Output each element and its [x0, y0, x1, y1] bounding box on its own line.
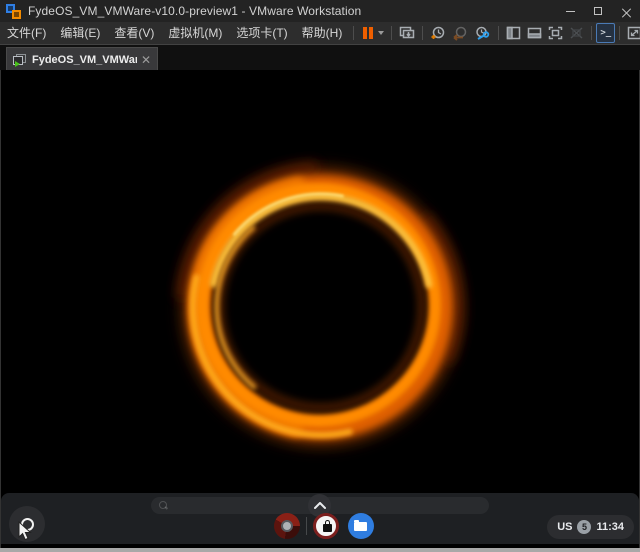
toolbar-separator — [591, 26, 592, 40]
library-toggle-button[interactable] — [503, 23, 524, 43]
chevron-down-icon — [378, 31, 384, 35]
tab-strip: FydeOS_VM_VMWare-v10.0... ✕ — [0, 44, 640, 70]
toolbar-separator — [422, 26, 423, 40]
browser-app-button[interactable] — [274, 513, 300, 539]
menu-toolbar-row: 文件(F) 编辑(E) 查看(V) 虚拟机(M) 选项卡(T) 帮助(H) — [0, 22, 640, 44]
maximize-button[interactable] — [584, 0, 612, 22]
tab-close-button[interactable]: ✕ — [141, 54, 151, 66]
close-button[interactable] — [612, 0, 640, 22]
unity-mode-icon — [569, 26, 584, 40]
close-icon — [622, 7, 631, 16]
suspend-button[interactable] — [358, 23, 387, 43]
toolbar-separator — [391, 26, 392, 40]
fit-guest-button[interactable] — [624, 23, 640, 43]
snapshot-manager-button[interactable] — [471, 23, 494, 43]
folder-icon — [354, 522, 367, 531]
revert-snapshot-icon — [452, 26, 468, 41]
send-ctrl-alt-del-icon — [399, 26, 415, 40]
vmware-window: FydeOS_VM_VMWare-v10.0-preview1 - VMware… — [0, 0, 640, 552]
window-bottom-edge — [0, 548, 640, 552]
notification-count-badge: 5 — [577, 520, 591, 534]
keyboard-layout-indicator: US — [557, 521, 572, 533]
revert-snapshot-button[interactable] — [449, 23, 471, 43]
fullscreen-button[interactable] — [545, 23, 566, 43]
status-tray[interactable]: US 5 11:34 — [547, 515, 634, 539]
unity-mode-button[interactable] — [566, 23, 587, 43]
shelf-divider — [306, 517, 307, 535]
mouse-cursor — [18, 521, 33, 542]
console-view-icon: >_ — [600, 29, 611, 38]
menu-view[interactable]: 查看(V) — [107, 22, 161, 44]
console-view-button[interactable]: >_ — [596, 23, 615, 43]
toolbar-separator — [619, 26, 620, 40]
appstore-app-button[interactable] — [313, 513, 339, 539]
menu-tabs[interactable]: 选项卡(T) — [229, 22, 294, 44]
library-panel-icon — [506, 26, 521, 40]
minimize-button[interactable] — [556, 0, 584, 22]
menu-file[interactable]: 文件(F) — [0, 22, 53, 44]
shelf-app-row — [274, 513, 374, 539]
vm-display[interactable]: US 5 11:34 — [1, 70, 639, 548]
fullscreen-icon — [548, 26, 563, 40]
take-snapshot-icon — [430, 26, 446, 41]
chevron-up-icon — [314, 502, 326, 509]
vmware-logo-icon — [6, 4, 21, 19]
fydeos-shelf: US 5 11:34 — [1, 493, 639, 544]
title-bar: FydeOS_VM_VMWare-v10.0-preview1 - VMware… — [0, 0, 640, 22]
thumbnail-bar-toggle-button[interactable] — [524, 23, 545, 43]
thumbnail-bar-icon — [527, 26, 542, 40]
window-controls — [556, 0, 640, 22]
menu-help[interactable]: 帮助(H) — [295, 22, 350, 44]
fit-guest-icon — [627, 26, 640, 40]
toolbar-separator — [353, 26, 354, 40]
vm-tab[interactable]: FydeOS_VM_VMWare-v10.0... ✕ — [6, 47, 158, 71]
suspend-pause-icon — [361, 26, 375, 40]
toolbar-separator — [498, 26, 499, 40]
browser-icon — [281, 520, 293, 532]
window-title: FydeOS_VM_VMWare-v10.0-preview1 - VMware… — [28, 4, 361, 18]
menu-edit[interactable]: 编辑(E) — [53, 22, 107, 44]
send-ctrl-alt-del-button[interactable] — [396, 23, 418, 43]
boot-animation-ring — [148, 132, 494, 482]
vm-running-icon — [13, 54, 27, 66]
files-app-button[interactable] — [348, 513, 374, 539]
clock: 11:34 — [596, 521, 624, 533]
maximize-icon — [594, 7, 602, 15]
minimize-icon — [566, 11, 575, 12]
menu-vm[interactable]: 虚拟机(M) — [161, 22, 229, 44]
tab-title: FydeOS_VM_VMWare-v10.0... — [32, 54, 137, 66]
take-snapshot-button[interactable] — [427, 23, 449, 43]
search-icon — [159, 501, 168, 510]
snapshot-manager-icon — [474, 26, 491, 41]
